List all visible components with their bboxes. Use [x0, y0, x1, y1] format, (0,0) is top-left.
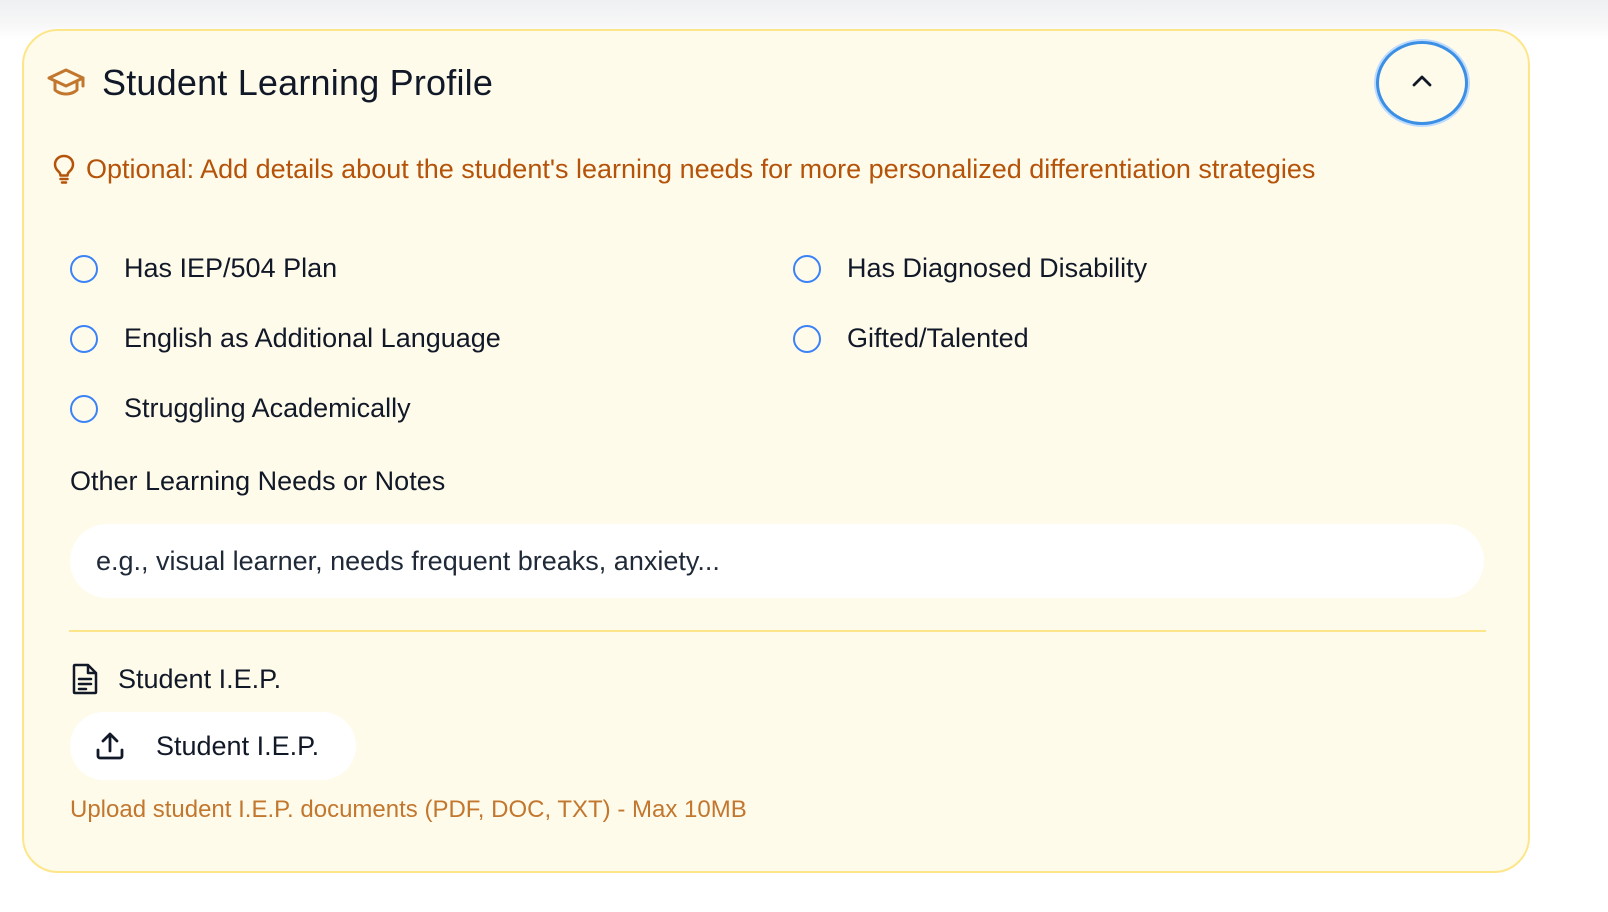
checkbox-circle[interactable]	[70, 394, 98, 423]
checkbox-diagnosed-disability[interactable]: Has Diagnosed Disability	[793, 253, 1147, 284]
notes-input[interactable]	[70, 524, 1484, 598]
checkbox-gifted-talented[interactable]: Gifted/Talented	[793, 323, 1029, 354]
hint-text: Optional: Add details about the student'…	[86, 153, 1316, 184]
iep-section-title: Student I.E.P.	[118, 663, 282, 694]
optional-hint: Optional: Add details about the student'…	[50, 152, 1315, 186]
upload-button-label: Student I.E.P.	[156, 730, 320, 761]
card-header: Student Learning Profile	[46, 62, 493, 104]
upload-icon	[94, 730, 126, 762]
lightbulb-icon	[50, 152, 78, 186]
checkbox-circle[interactable]	[793, 324, 821, 353]
page-title: Student Learning Profile	[102, 62, 494, 103]
chevron-up-icon	[1411, 74, 1433, 93]
checkbox-label: English as Additional Language	[124, 323, 501, 353]
checkbox-label: Has Diagnosed Disability	[847, 253, 1148, 283]
checkbox-circle[interactable]	[70, 254, 98, 283]
graduation-cap-icon	[46, 66, 86, 100]
checkbox-label: Gifted/Talented	[847, 323, 1029, 353]
upload-help-text: Upload student I.E.P. documents (PDF, DO…	[70, 796, 747, 823]
file-text-icon	[70, 662, 100, 696]
page: Student Learning Profile Optional: Add d…	[0, 0, 1608, 912]
upload-iep-button[interactable]: Student I.E.P.	[70, 712, 356, 780]
checkbox-circle[interactable]	[793, 254, 821, 283]
section-divider	[69, 630, 1486, 632]
checkbox-struggling-academically[interactable]: Struggling Academically	[70, 393, 411, 424]
checkbox-label: Struggling Academically	[124, 393, 411, 423]
collapse-button[interactable]	[1376, 41, 1468, 125]
notes-label: Other Learning Needs or Notes	[70, 466, 446, 496]
checkbox-circle[interactable]	[70, 324, 98, 353]
checkbox-iep-504[interactable]: Has IEP/504 Plan	[70, 253, 337, 284]
checkbox-english-additional-language[interactable]: English as Additional Language	[70, 323, 501, 354]
iep-section-header: Student I.E.P.	[70, 662, 281, 696]
checkbox-label: Has IEP/504 Plan	[124, 253, 338, 283]
